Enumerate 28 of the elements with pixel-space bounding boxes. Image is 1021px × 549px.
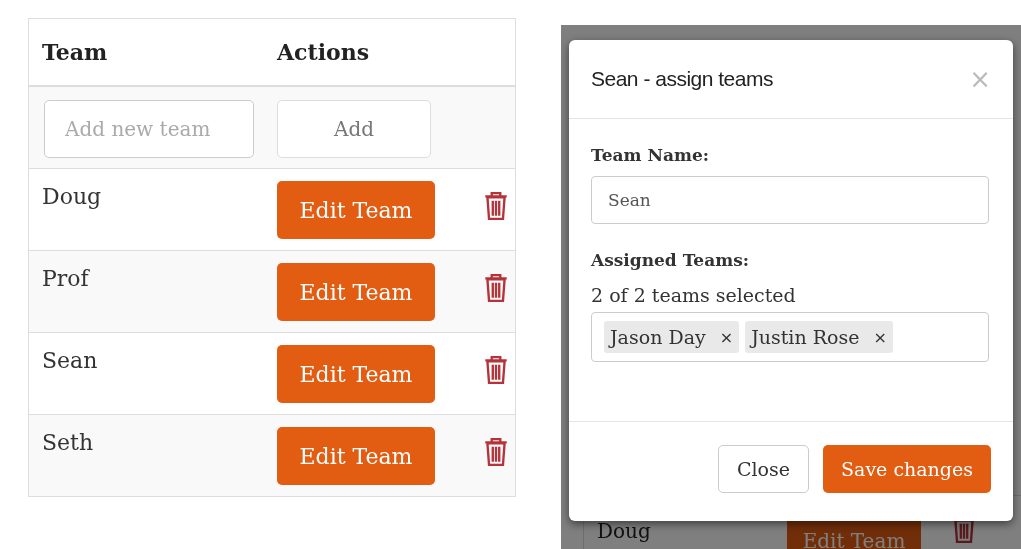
team-select-field[interactable]: Jason Day × Justin Rose × [591, 312, 989, 362]
team-tag: Justin Rose × [745, 321, 893, 353]
team-tag: Jason Day × [604, 321, 740, 353]
edit-team-button[interactable]: Edit Team [277, 427, 435, 485]
column-header: Actions [275, 39, 371, 65]
save-button[interactable]: Save changes [823, 445, 991, 493]
team-name-field[interactable]: Sean [591, 176, 989, 224]
new-team-field[interactable]: Add new team [44, 100, 254, 158]
team-name: Sean [41, 347, 99, 373]
team-name: Prof [41, 265, 91, 291]
field-label: Assigned Teams: [591, 250, 751, 270]
column-header: Team [41, 39, 109, 65]
selection-count: 2 of 2 teams selected [591, 284, 797, 306]
team-name: Doug [41, 183, 103, 209]
remove-tag-button[interactable]: × [719, 327, 734, 347]
edit-team-button[interactable]: Edit Team [277, 345, 435, 403]
trash-icon[interactable] [483, 191, 509, 221]
team-name: Seth [41, 429, 95, 455]
edit-team-button[interactable]: Edit Team [277, 263, 435, 321]
modal-title: Sean - assign teams [591, 67, 773, 91]
add-button[interactable]: Add [277, 100, 431, 158]
team-name: Doug [597, 521, 652, 541]
field-label: Team Name: [591, 145, 711, 165]
remove-tag-button[interactable]: × [873, 327, 887, 347]
trash-icon[interactable] [483, 355, 509, 385]
close-button[interactable]: Close [717, 445, 810, 493]
close-button[interactable]: × [969, 64, 991, 94]
edit-team-button[interactable]: Edit Team [277, 181, 435, 239]
